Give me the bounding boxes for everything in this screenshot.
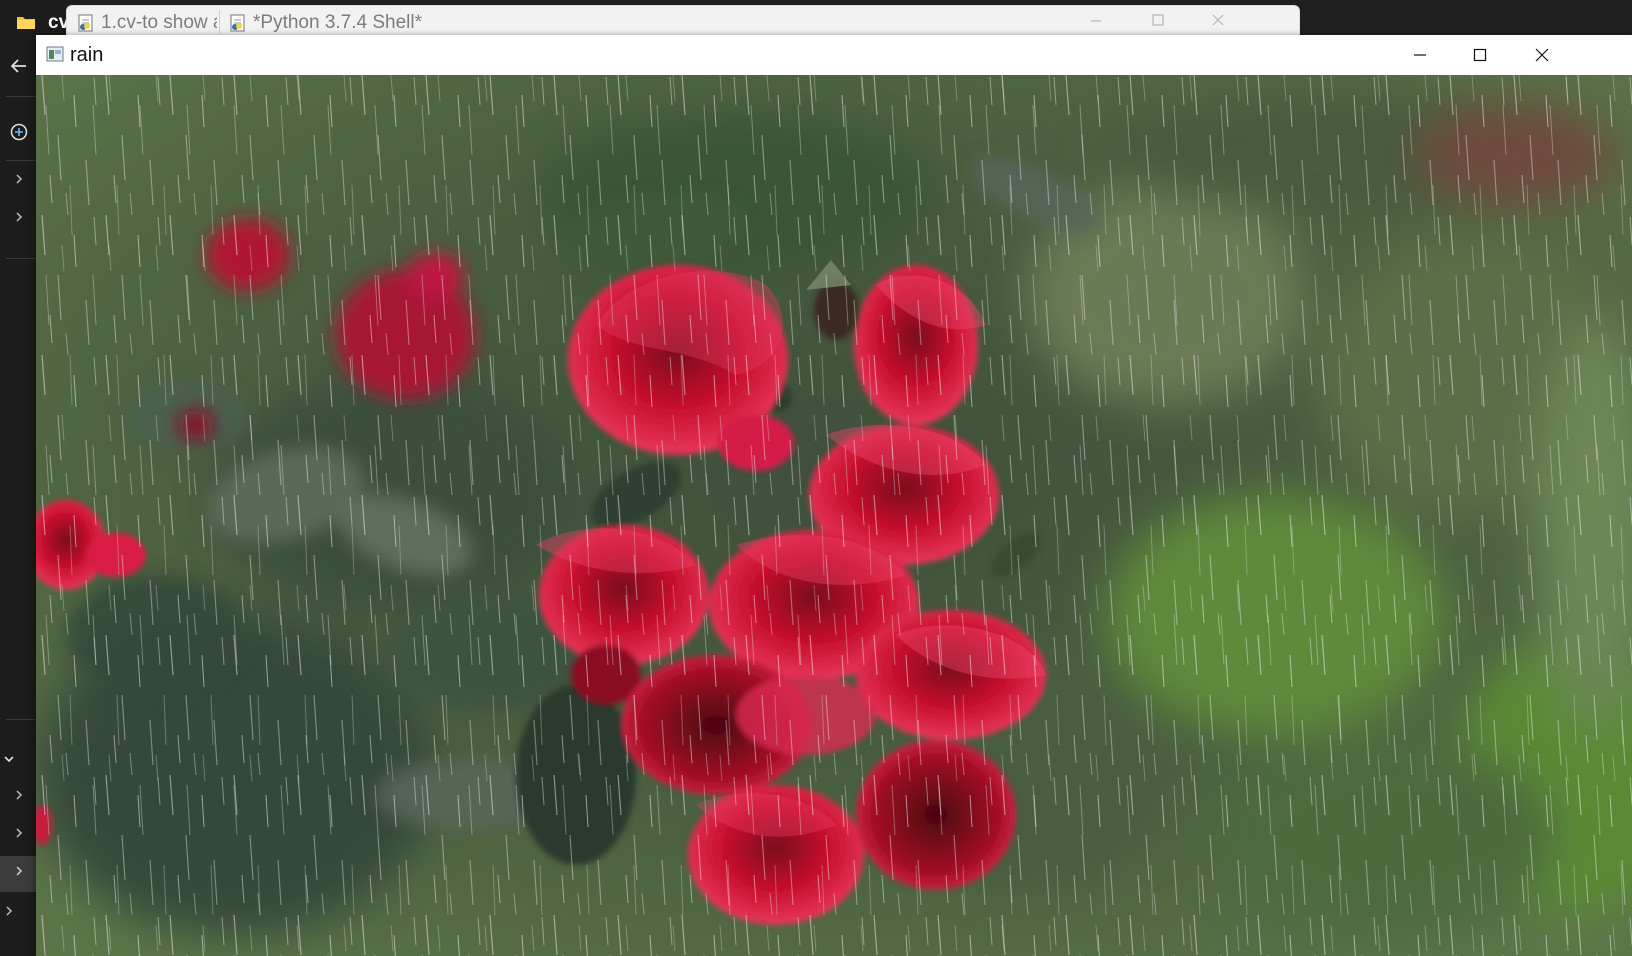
- chevron-right-icon[interactable]: [0, 210, 38, 229]
- folder-icon: [17, 17, 35, 29]
- explorer-sidebar: [0, 46, 38, 956]
- back-arrow-icon[interactable]: [0, 56, 38, 81]
- python-shell-icon: [230, 14, 245, 32]
- tab-source-file[interactable]: 1.cv-to show a: [67, 6, 217, 38]
- chevron-right-icon[interactable]: [0, 904, 28, 923]
- maximize-icon[interactable]: [1143, 10, 1173, 34]
- tab-label: 1.cv-to show a: [101, 12, 217, 33]
- chevron-right-icon[interactable]: [0, 826, 38, 845]
- window-title: rain: [70, 44, 104, 66]
- chevron-right-icon[interactable]: [0, 172, 38, 191]
- tab-label: *Python 3.7.4 Shell*: [253, 12, 423, 33]
- image-window-titlebar[interactable]: rain: [36, 35, 1632, 75]
- chevron-down-icon[interactable]: [0, 752, 28, 770]
- tab-python-shell[interactable]: *Python 3.7.4 Shell*: [219, 6, 479, 38]
- minimize-icon[interactable]: [1081, 10, 1111, 34]
- desktop: cv 1.cv-to show a *Python 3.7.4 Shell* r…: [0, 0, 1632, 956]
- rain-photo: [36, 75, 1632, 956]
- minimize-icon: [1414, 54, 1426, 56]
- rose-in-rain-image: [36, 75, 1632, 956]
- image-window: rain: [36, 35, 1632, 956]
- chevron-right-icon[interactable]: [0, 788, 38, 807]
- minimize-button[interactable]: [1390, 35, 1450, 75]
- close-button[interactable]: [1512, 35, 1572, 75]
- maximize-button[interactable]: [1450, 35, 1510, 75]
- opencv-window-icon: [46, 46, 64, 62]
- chevron-right-icon[interactable]: [0, 864, 38, 883]
- close-icon[interactable]: [1203, 10, 1233, 34]
- maximize-icon: [1473, 48, 1487, 62]
- python-shell-titlebar: 1.cv-to show a *Python 3.7.4 Shell*: [66, 5, 1300, 37]
- close-icon: [1535, 48, 1549, 62]
- new-item-icon[interactable]: [0, 122, 38, 147]
- python-file-icon: [78, 14, 93, 32]
